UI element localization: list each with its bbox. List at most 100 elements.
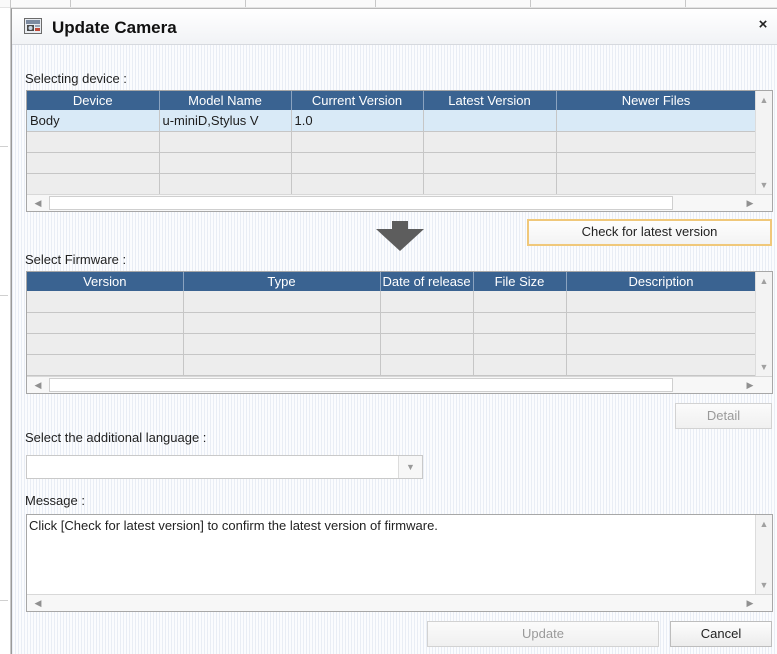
table-cell: [556, 131, 757, 153]
table-cell: [473, 291, 567, 313]
table-row[interactable]: [27, 173, 757, 195]
column-header[interactable]: Newer Files: [556, 91, 757, 110]
table-cell: [291, 152, 424, 174]
message-box[interactable]: Click [Check for latest version] to conf…: [26, 514, 773, 612]
scroll-down-icon[interactable]: ▼: [756, 359, 772, 375]
check-latest-version-button[interactable]: Check for latest version: [527, 219, 772, 246]
firmware-grid-body: Version Type Date of release File Size D…: [27, 272, 757, 376]
table-row[interactable]: [27, 291, 757, 313]
table-row[interactable]: [27, 354, 757, 376]
background-tick: [685, 0, 686, 7]
table-cell: [380, 333, 474, 355]
firmware-grid-header: Version Type Date of release File Size D…: [27, 272, 757, 291]
table-cell: [291, 173, 424, 195]
firmware-horizontal-scrollbar[interactable]: ◀ ▶: [27, 376, 772, 393]
table-cell: [566, 291, 757, 313]
column-header[interactable]: File Size: [473, 272, 567, 291]
table-cell: [27, 312, 184, 334]
table-cell: [566, 333, 757, 355]
scroll-right-icon[interactable]: ▶: [739, 377, 761, 393]
scroll-left-icon[interactable]: ◀: [27, 377, 49, 393]
column-header[interactable]: Description: [566, 272, 757, 291]
update-camera-dialog: Update Camera × Selecting device : Devic…: [11, 8, 777, 654]
table-cell: u-miniD,Stylus V: [159, 110, 292, 132]
firmware-vertical-scrollbar[interactable]: ▲ ▼: [755, 272, 772, 376]
table-cell: [473, 333, 567, 355]
table-row[interactable]: [27, 333, 757, 355]
column-header[interactable]: Device: [27, 91, 160, 110]
table-cell: [159, 173, 292, 195]
table-cell: [27, 152, 160, 174]
cancel-button[interactable]: Cancel: [670, 621, 772, 647]
scroll-up-icon[interactable]: ▲: [756, 92, 772, 108]
column-header[interactable]: Version: [27, 272, 184, 291]
language-select[interactable]: ▼: [26, 455, 423, 479]
table-cell: 1.0: [291, 110, 424, 132]
firmware-grid[interactable]: Version Type Date of release File Size D…: [26, 271, 773, 394]
select-firmware-label: Select Firmware :: [25, 252, 127, 267]
message-text: Click [Check for latest version] to conf…: [29, 518, 438, 533]
table-row[interactable]: Body u-miniD,Stylus V 1.0: [27, 110, 757, 132]
table-row[interactable]: [27, 312, 757, 334]
title-bar[interactable]: Update Camera ×: [12, 9, 777, 45]
table-cell: [380, 312, 474, 334]
scroll-left-icon[interactable]: ◀: [27, 595, 49, 611]
table-cell: [473, 312, 567, 334]
device-grid-body: Device Model Name Current Version Latest…: [27, 91, 757, 195]
background-tick: [70, 0, 71, 7]
background-mark: [0, 146, 8, 147]
detail-button[interactable]: Detail: [675, 403, 772, 429]
table-cell: [556, 110, 757, 132]
table-cell: [27, 291, 184, 313]
chevron-down-icon[interactable]: ▼: [398, 456, 422, 478]
scroll-up-icon[interactable]: ▲: [756, 516, 772, 532]
table-cell: [556, 173, 757, 195]
table-cell: [183, 333, 381, 355]
column-header[interactable]: Type: [183, 272, 381, 291]
table-cell: [423, 152, 557, 174]
table-cell: Body: [27, 110, 160, 132]
table-cell: [423, 110, 557, 132]
message-vertical-scrollbar[interactable]: ▲ ▼: [755, 515, 772, 594]
table-cell: [159, 152, 292, 174]
column-header[interactable]: Latest Version: [423, 91, 557, 110]
table-cell: [380, 291, 474, 313]
column-header[interactable]: Model Name: [159, 91, 292, 110]
scroll-down-icon[interactable]: ▼: [756, 177, 772, 193]
table-cell: [291, 131, 424, 153]
table-row[interactable]: [27, 131, 757, 153]
scroll-up-icon[interactable]: ▲: [756, 273, 772, 289]
selecting-device-label: Selecting device :: [25, 71, 127, 86]
close-button[interactable]: ×: [755, 17, 771, 33]
column-header[interactable]: Current Version: [291, 91, 424, 110]
table-cell: [27, 354, 184, 376]
device-horizontal-scrollbar[interactable]: ◀ ▶: [27, 194, 772, 211]
device-grid[interactable]: Device Model Name Current Version Latest…: [26, 90, 773, 212]
background-mark: [0, 600, 8, 601]
table-row[interactable]: [27, 152, 757, 174]
table-cell: [380, 354, 474, 376]
table-cell: [566, 312, 757, 334]
scroll-right-icon[interactable]: ▶: [739, 595, 761, 611]
device-vertical-scrollbar[interactable]: ▲ ▼: [755, 91, 772, 194]
scroll-down-icon[interactable]: ▼: [756, 577, 772, 593]
table-cell: [159, 131, 292, 153]
device-scroll-thumb[interactable]: [49, 196, 673, 210]
scroll-right-icon[interactable]: ▶: [739, 195, 761, 211]
background-app-strip: [0, 0, 777, 8]
table-cell: [27, 333, 184, 355]
table-cell: [423, 173, 557, 195]
column-header[interactable]: Date of release: [380, 272, 474, 291]
update-button[interactable]: Update: [427, 621, 659, 647]
table-cell: [183, 291, 381, 313]
scroll-left-icon[interactable]: ◀: [27, 195, 49, 211]
down-arrow-icon: [376, 221, 424, 251]
table-cell: [473, 354, 567, 376]
message-label: Message :: [25, 493, 85, 508]
dialog-title: Update Camera: [52, 18, 177, 37]
message-horizontal-scrollbar[interactable]: ◀ ▶: [27, 594, 772, 611]
device-grid-header: Device Model Name Current Version Latest…: [27, 91, 757, 110]
table-cell: [556, 152, 757, 174]
firmware-scroll-thumb[interactable]: [49, 378, 673, 392]
table-cell: [27, 131, 160, 153]
